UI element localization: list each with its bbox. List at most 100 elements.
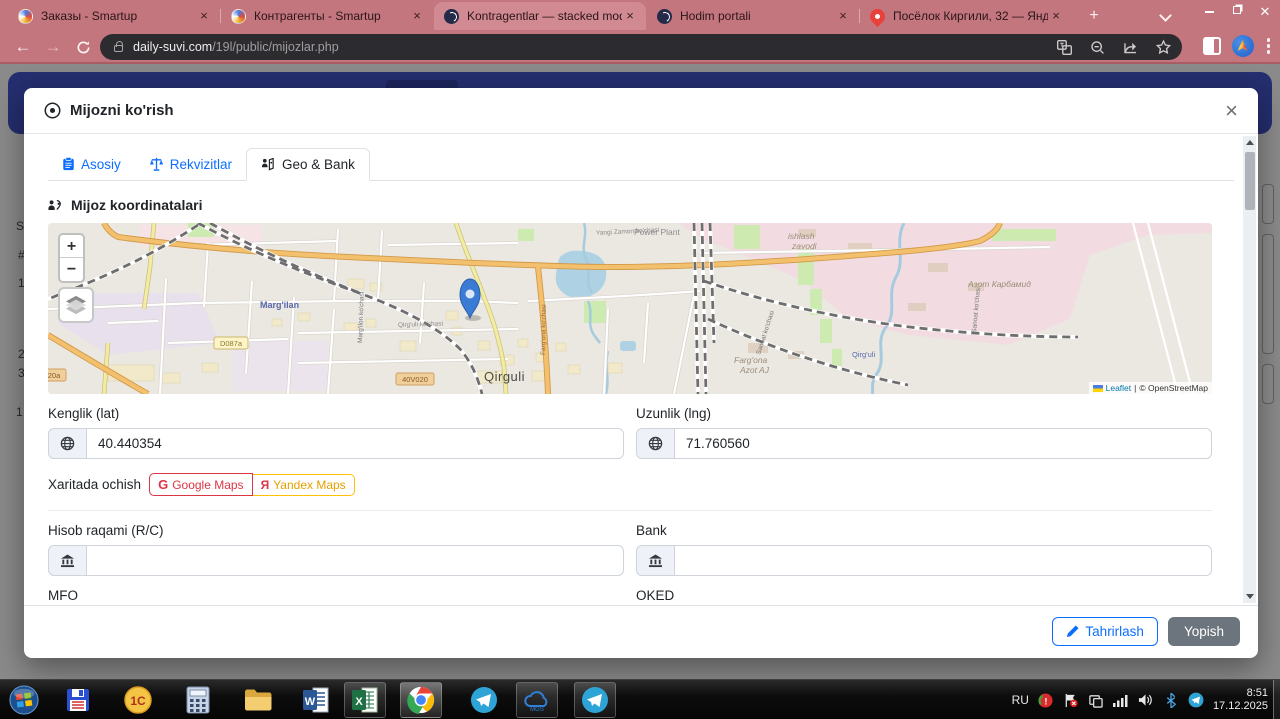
calculator-app-icon[interactable] <box>182 684 214 716</box>
hardware-tray-icon[interactable] <box>1088 692 1104 708</box>
url-text[interactable]: daily-suvi.com/19l/public/mijozlar.php <box>133 40 339 54</box>
window-restore-button[interactable] <box>1226 3 1248 21</box>
clock[interactable]: 8:51 17.12.2025 <box>1213 687 1268 713</box>
view-client-modal: Mijozni ko'rish × Asosiy Rekvizitlar Geo… <box>24 88 1258 658</box>
network-signal-icon[interactable] <box>1112 692 1129 708</box>
volume-icon[interactable] <box>1138 692 1154 708</box>
globe-icon <box>48 428 86 459</box>
tab-close-icon[interactable]: × <box>196 8 212 24</box>
telegram-app-icon[interactable] <box>468 684 500 716</box>
modal-scrollbar[interactable] <box>1243 136 1256 603</box>
map-road-badge: 20a <box>48 371 61 380</box>
yandex-maps-button[interactable]: Я Yandex Maps <box>252 473 355 496</box>
tab-title: Заказы - Smartup <box>41 9 138 23</box>
window-minimize-button[interactable] <box>1198 3 1220 21</box>
folder-icon[interactable] <box>242 684 274 716</box>
bluetooth-icon[interactable] <box>1163 692 1179 708</box>
telegram-tray-icon[interactable] <box>1188 692 1204 708</box>
tab-close-icon[interactable]: × <box>1048 8 1064 24</box>
browser-tab-4[interactable]: Hodim portali × <box>647 2 860 30</box>
map-zoom-control[interactable]: + − <box>58 233 85 283</box>
tab-asosiy[interactable]: Asosiy <box>48 148 135 180</box>
tab-label: Asosiy <box>81 156 121 172</box>
browser-tab-2[interactable]: Контрагенты - Smartup × <box>221 2 433 30</box>
new-tab-button[interactable]: + <box>1084 6 1104 26</box>
site-favicon <box>444 8 459 24</box>
yandex-pin-favicon <box>866 5 889 27</box>
window-close-button[interactable]: ✕ <box>1254 3 1276 21</box>
share-icon[interactable] <box>1122 39 1139 56</box>
svg-text:X: X <box>355 696 363 708</box>
zoom-icon[interactable] <box>1089 39 1106 56</box>
account-input[interactable] <box>86 545 624 576</box>
chrome-app-icon[interactable] <box>400 682 442 718</box>
close-button[interactable]: Yopish <box>1167 617 1240 646</box>
back-icon[interactable]: ← <box>12 36 34 58</box>
modal-body: Asosiy Rekvizitlar Geo & Bank Mijoz koor… <box>24 134 1258 605</box>
scales-icon <box>149 157 163 171</box>
address-bar[interactable]: daily-suvi.com/19l/public/mijozlar.php <box>100 34 1182 60</box>
scroll-down-arrow[interactable] <box>1246 594 1254 599</box>
translate-icon[interactable] <box>1056 39 1073 56</box>
tab-label: Geo & Bank <box>282 157 355 172</box>
osm-link[interactable]: © OpenStreetMap <box>1139 383 1208 393</box>
tab-rekvizitlar[interactable]: Rekvizitlar <box>135 148 246 180</box>
map-label-qirguli-station: Qirg'uli <box>852 350 875 359</box>
start-button[interactable] <box>8 684 40 716</box>
menu-dots-icon[interactable] <box>1265 36 1273 56</box>
bank-input[interactable] <box>674 545 1212 576</box>
leaflet-link[interactable]: Leaflet <box>1106 383 1132 393</box>
save-app-icon[interactable] <box>62 684 94 716</box>
lock-icon[interactable] <box>114 41 123 52</box>
browser-tab-1[interactable]: Заказы - Smartup × <box>8 2 221 30</box>
modal-title: Mijozni ko'rish <box>70 102 174 119</box>
map-people-icon <box>262 158 274 171</box>
leaflet-map[interactable]: Power Plant ishlash zavodi Азот Карбамид… <box>48 223 1212 394</box>
oked-label: OKED <box>636 588 675 603</box>
1c-app-icon[interactable]: 1С <box>122 684 154 716</box>
tab-close-icon[interactable]: × <box>622 8 638 24</box>
tab-geo-bank-active[interactable]: Geo & Bank <box>246 148 370 181</box>
scroll-up-arrow[interactable] <box>1246 140 1254 145</box>
ukraine-flag-icon <box>1092 384 1103 392</box>
tab-title: Hodim portali <box>680 9 751 23</box>
map-label-qirguli: Qirguli <box>484 369 525 384</box>
zoom-in-button[interactable]: + <box>60 235 83 258</box>
reload-icon[interactable] <box>72 36 94 58</box>
telegram2-app-icon[interactable] <box>574 682 616 718</box>
forward-icon[interactable]: → <box>42 36 64 58</box>
map-tiles: Power Plant ishlash zavodi Азот Карбамид… <box>48 223 1212 394</box>
section-title: Mijoz koordinatalari <box>48 197 1234 213</box>
edit-button[interactable]: Tahrirlash <box>1052 617 1158 646</box>
scroll-thumb[interactable] <box>1244 152 1255 210</box>
profile-avatar[interactable] <box>1231 35 1254 57</box>
pencil-icon <box>1067 625 1079 638</box>
cloud-app-icon[interactable]: MGS <box>516 682 558 718</box>
tab-close-icon[interactable]: × <box>409 8 425 24</box>
map-label-margilan: Marg'ilan <box>260 300 299 310</box>
excel-app-icon[interactable]: X <box>344 682 386 718</box>
modal-close-icon[interactable]: × <box>1225 99 1238 121</box>
tab-label: Rekvizitlar <box>169 156 233 172</box>
action-center-flag-icon[interactable] <box>1063 692 1079 708</box>
map-road-badge: D087a <box>220 339 243 348</box>
language-indicator[interactable]: RU <box>1012 693 1029 707</box>
bookmark-star-icon[interactable] <box>1155 39 1172 56</box>
word-app-icon[interactable]: W <box>300 684 332 716</box>
lng-label: Uzunlik (lng) <box>636 406 712 421</box>
browser-tab-5[interactable]: Посёлок Киргили, 32 — Янде × <box>860 2 1072 30</box>
system-tray: RU ! 8:51 17.12.2025 <box>1012 680 1268 719</box>
side-panel-icon[interactable] <box>1202 37 1221 55</box>
show-desktop-button[interactable] <box>1273 680 1280 719</box>
tab-close-icon[interactable]: × <box>835 8 851 24</box>
tab-search-chevron-icon[interactable] <box>1160 10 1172 22</box>
alert-tray-icon[interactable]: ! <box>1038 692 1054 708</box>
zoom-out-button[interactable]: − <box>60 258 83 281</box>
lng-input[interactable] <box>674 428 1212 459</box>
tab-title: Kontragentlar — stacked moda <box>467 9 622 23</box>
map-layers-control[interactable] <box>58 287 94 323</box>
lat-input[interactable] <box>86 428 624 459</box>
browser-tab-3-active[interactable]: Kontragentlar — stacked moda × <box>434 2 646 30</box>
taskbar: 1С W X MGS RU ! 8:51 17.12.2025 <box>0 679 1280 719</box>
google-maps-button[interactable]: G Google Maps <box>149 473 253 496</box>
